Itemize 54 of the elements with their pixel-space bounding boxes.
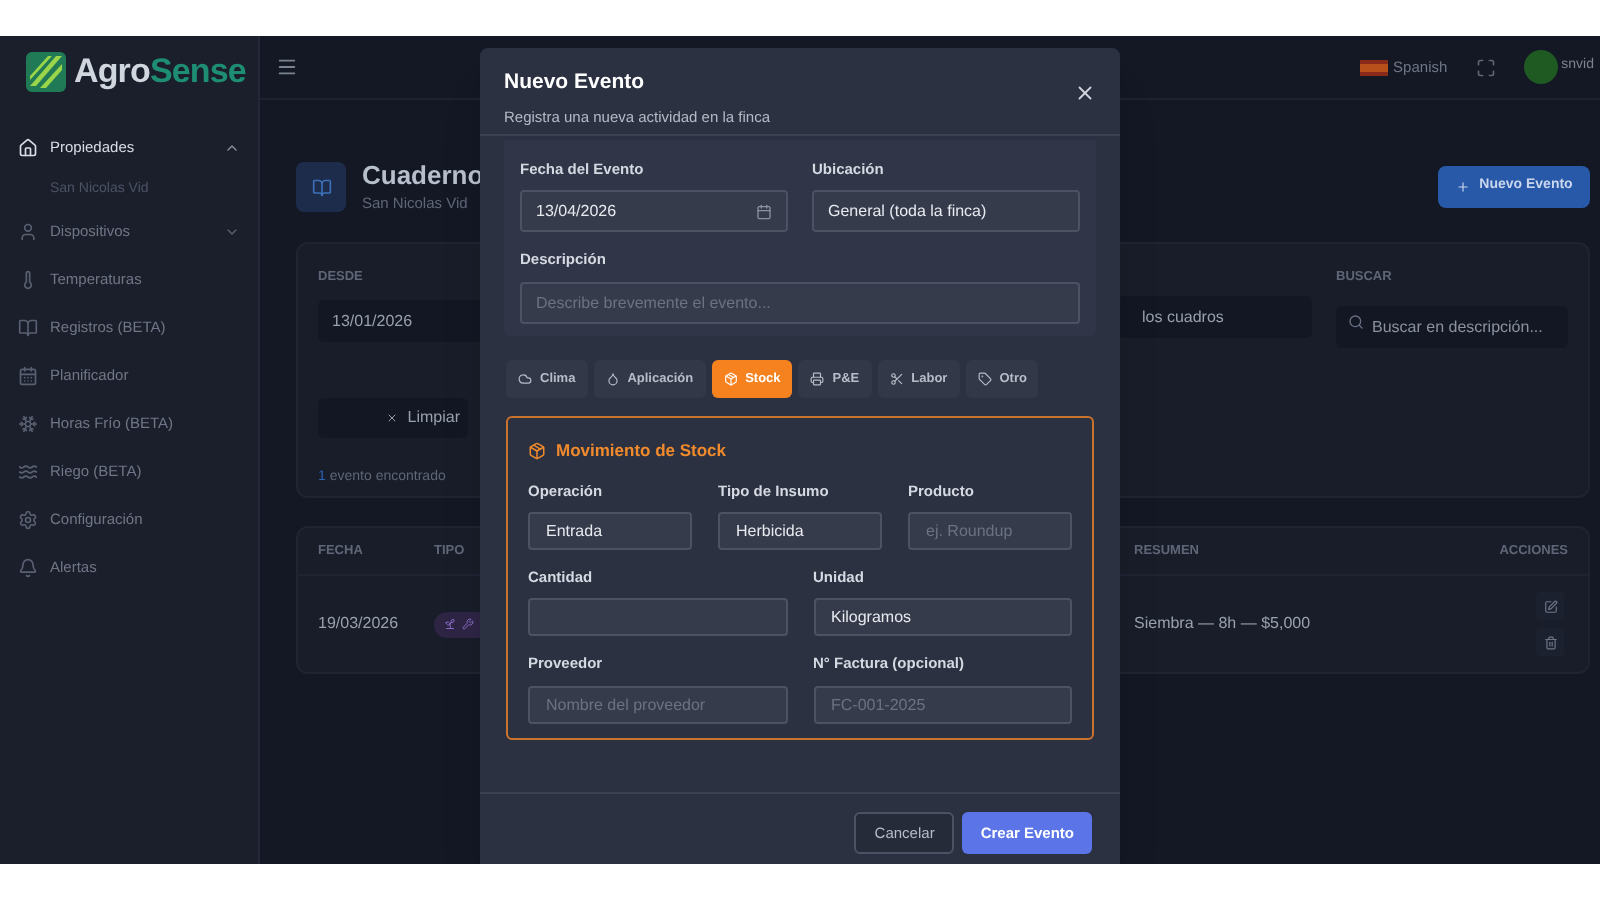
edit-icon <box>1543 599 1557 614</box>
settings-icon <box>18 510 38 530</box>
input-field[interactable]: Nombre del proveedor <box>528 685 787 723</box>
chevron-up-icon <box>224 140 240 156</box>
close-icon[interactable] <box>1074 82 1096 104</box>
input-field[interactable]: ej. Roundup <box>908 512 1072 550</box>
sprout-icon <box>444 618 456 631</box>
snowflake-icon <box>18 414 38 434</box>
table-cell-text: Siembra — 8h — $5,000 <box>1134 612 1313 637</box>
plus-icon <box>1455 180 1470 194</box>
calendar-icon <box>18 366 38 386</box>
waves-icon <box>18 462 38 482</box>
location-select[interactable]: General (toda la finca) <box>812 190 1080 233</box>
delete-button[interactable] <box>1536 628 1564 657</box>
trash-icon <box>1543 635 1557 650</box>
user-icon <box>18 222 38 242</box>
input-field[interactable]: FC-001-2025 <box>813 685 1072 723</box>
clear-button[interactable]: Limpiar <box>318 398 468 438</box>
area-select[interactable]: los cuadros <box>1118 296 1312 339</box>
calendar-icon <box>756 203 772 220</box>
book-icon <box>18 318 38 338</box>
chevron-down-icon <box>224 224 240 240</box>
printer-icon <box>810 372 825 386</box>
package-icon <box>528 441 546 460</box>
table-cell-text: 19/03/2026 <box>318 612 401 637</box>
fullscreen-icon[interactable] <box>1475 57 1496 77</box>
droplet-icon <box>605 372 620 386</box>
date-field[interactable]: 13/04/2026 <box>520 190 788 233</box>
home-icon <box>18 138 38 158</box>
edit-button[interactable] <box>1536 592 1564 621</box>
input-field[interactable] <box>528 598 787 637</box>
close-icon <box>385 412 398 424</box>
section-title: Movimiento de Stock <box>556 438 727 464</box>
input-field[interactable]: Kilogramos <box>813 598 1072 637</box>
input-field[interactable]: Herbicida <box>718 512 882 550</box>
avatar[interactable] <box>1523 50 1558 84</box>
bell-icon <box>18 558 38 578</box>
scissors-icon <box>889 372 904 386</box>
page-title: Cuaderno <box>362 160 484 192</box>
tag-icon <box>977 372 992 386</box>
dialog-title: Nuevo Evento <box>504 68 647 98</box>
input-field[interactable]: Describe brevemente el evento... <box>520 281 1080 323</box>
thermometer-icon <box>18 270 38 290</box>
menu-icon[interactable] <box>276 56 298 78</box>
search-icon <box>1348 313 1364 329</box>
logo-text: AgroSense <box>74 50 246 95</box>
book-icon <box>311 177 331 198</box>
logo-icon <box>24 50 68 94</box>
wrench-icon <box>462 618 474 631</box>
input-field[interactable]: Entrada <box>528 512 692 550</box>
cloud-icon <box>518 372 532 386</box>
flag-icon <box>1359 59 1388 75</box>
package-icon <box>723 372 738 386</box>
search-field[interactable]: Buscar en descripción... <box>1336 306 1568 348</box>
